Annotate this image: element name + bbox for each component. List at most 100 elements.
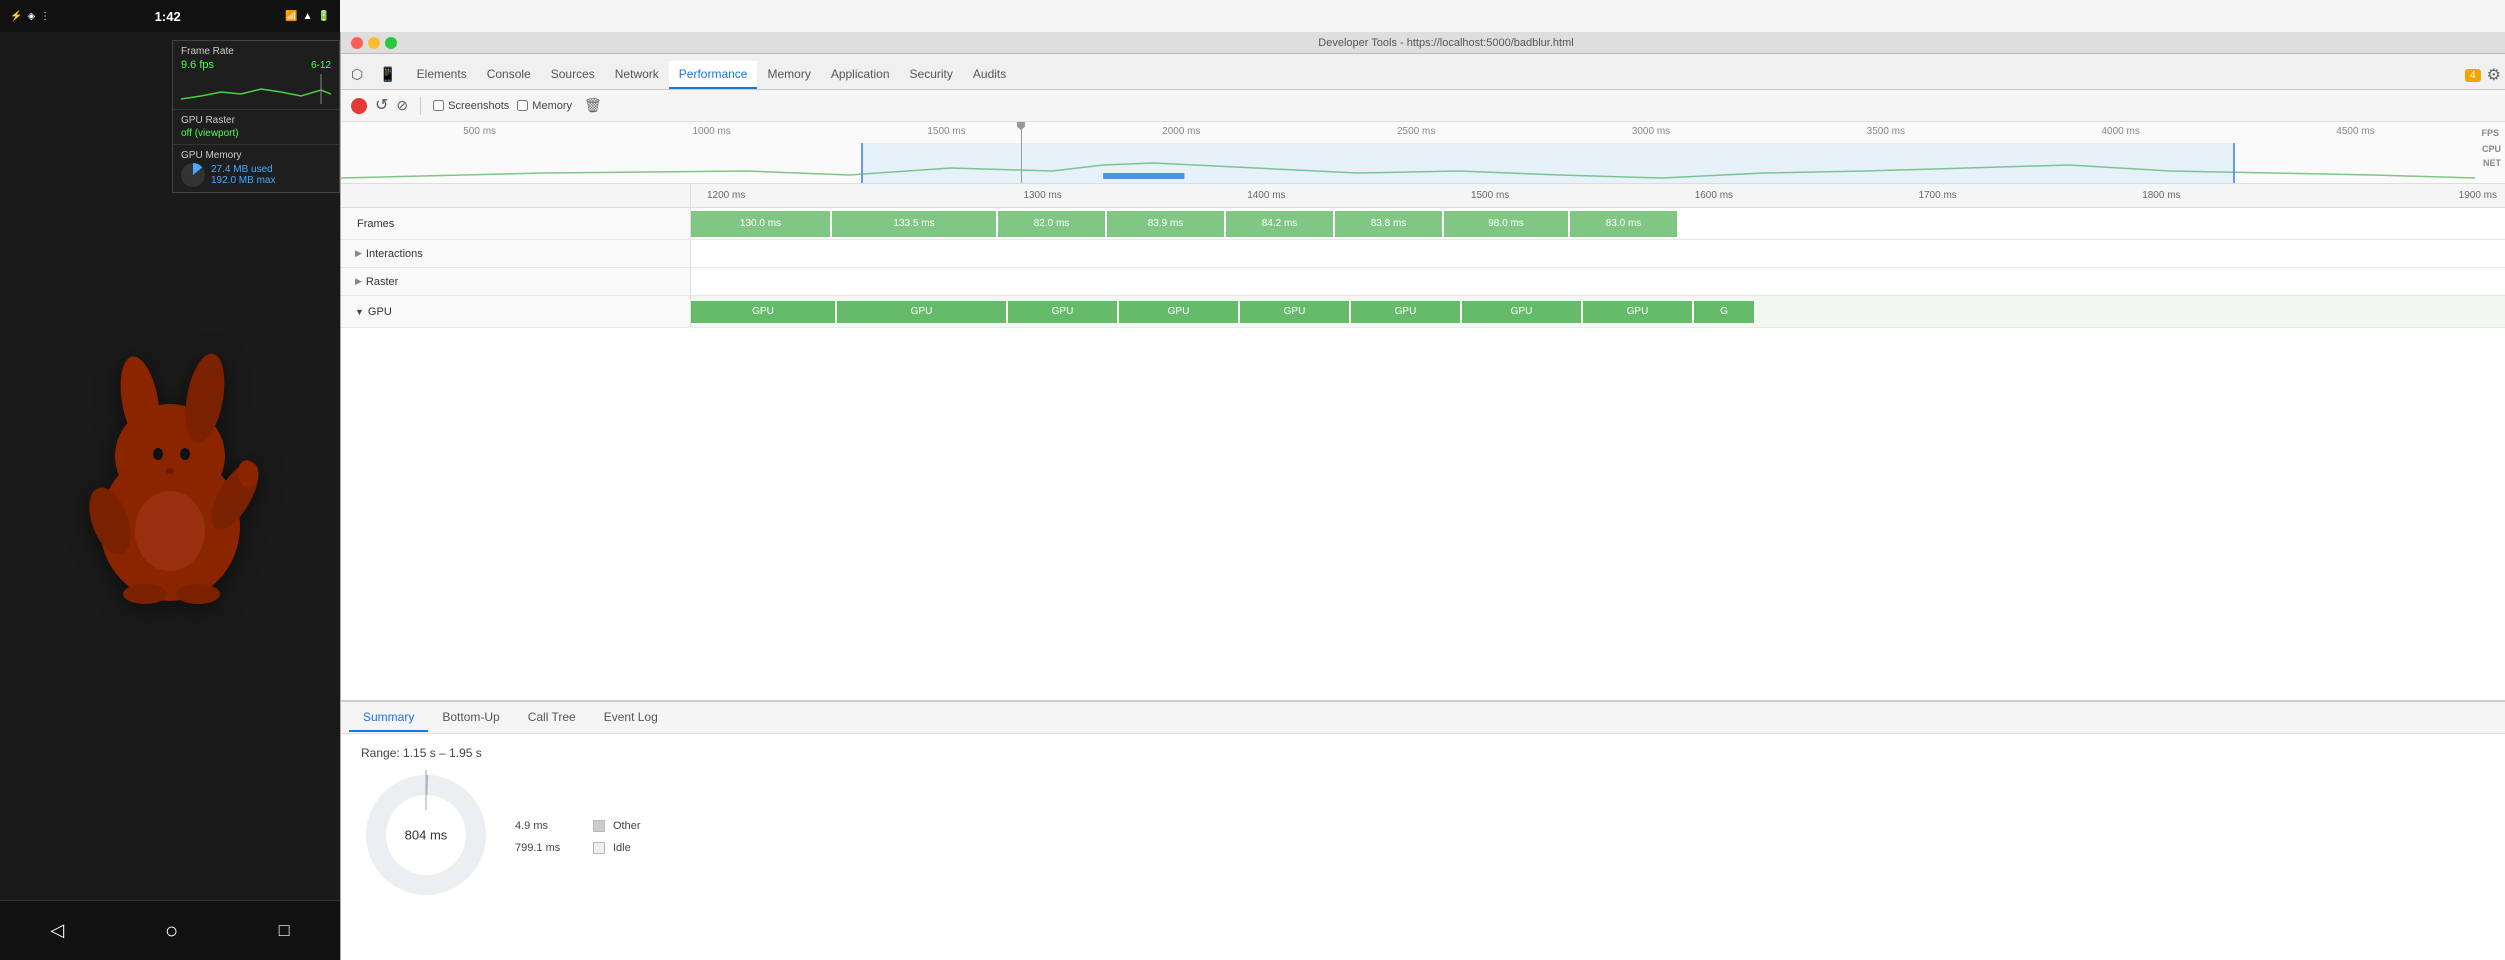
timeline-empty-space — [341, 328, 2505, 700]
record-button[interactable] — [351, 98, 367, 114]
raster-track-row: ▶ Raster — [341, 268, 2505, 296]
bluetooth-icon: ⚡ — [10, 11, 22, 22]
tab-network[interactable]: Network — [605, 61, 669, 89]
summary-legend: 4.9 ms Other 799.1 ms Idle — [515, 816, 641, 854]
raster-track-content — [691, 268, 2505, 295]
window-maximize-btn[interactable] — [385, 37, 397, 49]
interactions-track-label[interactable]: ▶ Interactions — [341, 240, 691, 267]
gpu-memory-pie — [181, 163, 205, 187]
tab-audits[interactable]: Audits — [963, 61, 1016, 89]
back-button[interactable]: ◁ — [42, 912, 72, 949]
tab-summary[interactable]: Summary — [349, 704, 428, 732]
frame-block: 130.0 ms — [691, 211, 831, 237]
frame-rate-title: Frame Rate — [181, 46, 331, 57]
dots-icon: ⋮ — [40, 11, 50, 22]
frame-block: 83.0 ms — [1570, 211, 1678, 237]
donut-center-label: 804 ms — [405, 828, 448, 843]
gpu-block: GPU — [1119, 301, 1239, 323]
signal-icon: 📶 — [285, 11, 297, 22]
devtools-title: Developer Tools - https://localhost:5000… — [397, 37, 2495, 49]
frame-block: 84.2 ms — [1226, 211, 1334, 237]
wifi-icon: ▲ — [303, 11, 313, 22]
tab-security[interactable]: Security — [900, 61, 963, 89]
device-tool[interactable]: 📱 — [373, 60, 402, 89]
tab-performance[interactable]: Performance — [669, 61, 758, 89]
gpu-collapse-icon: ▼ — [355, 307, 364, 317]
summary-panel: Summary Bottom-Up Call Tree Event Log Ra… — [341, 700, 2505, 960]
battery-icon: 🔋 — [318, 11, 330, 22]
raster-track-label[interactable]: ▶ Raster — [341, 268, 691, 295]
gpu-track-content: GPU GPU GPU GPU GPU GPU GPU GPU G — [691, 296, 2505, 327]
bunny-illustration — [70, 326, 270, 606]
tab-elements[interactable]: Elements — [407, 61, 477, 89]
gpu-track-label[interactable]: ▼ GPU — [341, 296, 691, 327]
window-controls — [351, 37, 397, 49]
net-label: NET — [2483, 158, 2501, 168]
frame-rate-value: 9.6 fps — [181, 59, 214, 71]
tab-console[interactable]: Console — [477, 61, 541, 89]
clear-button[interactable]: 🗑 — [584, 97, 602, 114]
fps-mini-chart — [181, 74, 331, 104]
tab-call-tree[interactable]: Call Tree — [514, 704, 590, 732]
tab-bottom-up[interactable]: Bottom-Up — [428, 704, 513, 732]
stop-button[interactable]: ⊘ — [396, 97, 408, 114]
gpu-block: GPU — [1583, 301, 1693, 323]
fps-label: FPS — [2481, 128, 2499, 138]
tab-event-log[interactable]: Event Log — [590, 704, 672, 732]
frame-block: 82.0 ms — [998, 211, 1106, 237]
status-time: 1:42 — [155, 9, 181, 24]
summary-content: Range: 1.15 s – 1.95 s — [341, 734, 2505, 960]
gpu-block: GPU — [1351, 301, 1461, 323]
memory-checkbox-label[interactable]: Memory — [517, 100, 572, 112]
legend-other: 4.9 ms Other — [515, 820, 641, 832]
recents-button[interactable]: □ — [271, 912, 298, 949]
window-minimize-btn[interactable] — [368, 37, 380, 49]
frame-rate-range: 6-12 — [311, 60, 331, 71]
toolbar-separator-1 — [420, 97, 421, 115]
selection-overlay[interactable] — [861, 143, 2235, 183]
gpu-block: GPU — [1462, 301, 1582, 323]
cursor-tool[interactable]: ⬡ — [345, 60, 369, 89]
overview-chart[interactable] — [341, 143, 2475, 183]
reload-button[interactable]: ↺ — [375, 98, 388, 114]
interactions-track-row: ▶ Interactions — [341, 240, 2505, 268]
gpu-track-row: ▼ GPU GPU GPU GPU GPU GPU GPU GPU GPU G — [341, 296, 2505, 328]
gpu-raster-value: off (viewport) — [181, 128, 331, 139]
legend-idle: 799.1 ms Idle — [515, 842, 641, 854]
memory-checkbox[interactable] — [517, 100, 528, 111]
gpu-memory-used: 27.4 MB used — [211, 164, 275, 175]
raster-expand-icon: ▶ — [355, 276, 362, 287]
settings-gear-icon[interactable]: ⚙ — [2487, 65, 2501, 85]
tab-application[interactable]: Application — [821, 61, 900, 89]
gpu-block: GPU — [1008, 301, 1118, 323]
frame-block: 133.5 ms — [832, 211, 997, 237]
frame-block: 98.0 ms — [1444, 211, 1569, 237]
overview-playhead — [1021, 122, 1022, 183]
idle-color-box — [593, 842, 605, 854]
frame-block: 83.9 ms — [1107, 211, 1225, 237]
summary-tabs: Summary Bottom-Up Call Tree Event Log — [341, 702, 2505, 734]
interactions-expand-icon: ▶ — [355, 248, 362, 259]
frame-block: 83.8 ms — [1335, 211, 1443, 237]
range-label: Range: 1.15 s – 1.95 s — [361, 746, 2485, 760]
nfc-icon: ◈ — [27, 11, 35, 22]
frames-track-row: Frames 130.0 ms 133.5 ms 82.0 ms — [341, 208, 2505, 240]
ruler-spacer — [341, 184, 691, 207]
frames-track-content: 130.0 ms 133.5 ms 82.0 ms 83.9 ms 84.2 m — [691, 208, 2505, 239]
gpu-block: GPU — [1240, 301, 1350, 323]
gpu-memory-max: 192.0 MB max — [211, 175, 275, 186]
overview-ruler-labels: 500 ms 1000 ms 1500 ms 2000 ms 2500 ms 3… — [345, 126, 2473, 137]
interactions-track-content — [691, 240, 2505, 267]
gpu-raster-title: GPU Raster — [181, 115, 331, 126]
summary-donut-chart: 804 ms — [361, 770, 491, 900]
home-button[interactable]: ○ — [157, 910, 186, 952]
screenshots-checkbox-label[interactable]: Screenshots — [433, 100, 509, 112]
tab-sources[interactable]: Sources — [541, 61, 605, 89]
tab-memory[interactable]: Memory — [757, 61, 820, 89]
window-close-btn[interactable] — [351, 37, 363, 49]
main-timeline-ruler: 1200 ms 1300 ms 1400 ms 1500 ms 1600 ms … — [341, 184, 2505, 208]
other-color-box — [593, 820, 605, 832]
screenshots-checkbox[interactable] — [433, 100, 444, 111]
frames-track-label: Frames — [341, 208, 691, 239]
gpu-block: G — [1694, 301, 1754, 323]
